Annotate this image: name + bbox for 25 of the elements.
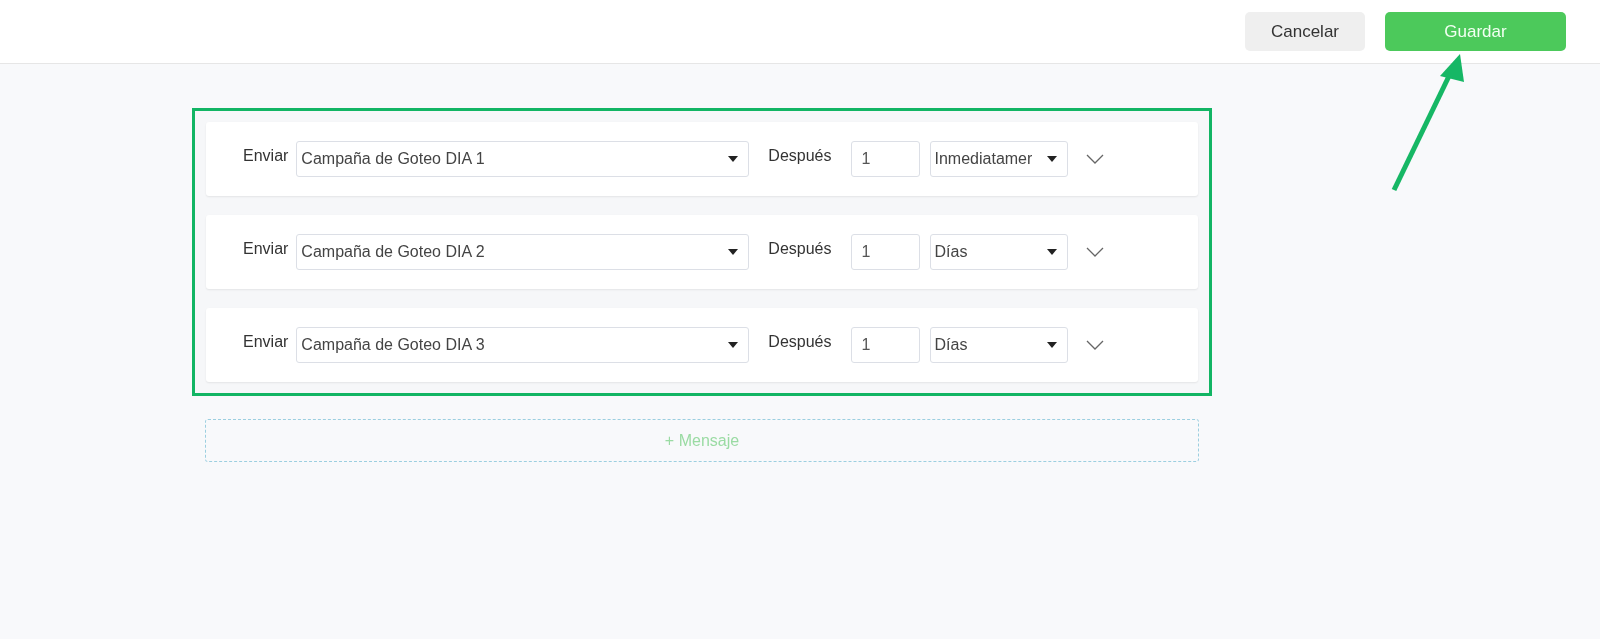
- unit-select[interactable]: Inmediatamer: [929, 141, 1068, 177]
- chevron-down-icon[interactable]: [1085, 154, 1104, 164]
- caret-icon: [1046, 156, 1057, 162]
- campaign-select[interactable]: Campaña de Goteo DIA 3: [296, 327, 750, 363]
- caret-icon: [728, 249, 739, 255]
- unit-select[interactable]: Días: [929, 234, 1068, 270]
- caret-icon: [728, 156, 739, 162]
- amount-field[interactable]: 1: [850, 327, 920, 363]
- after-label: Después: [768, 147, 832, 165]
- send-label: Enviar: [243, 333, 289, 351]
- send-label: Enviar: [243, 147, 289, 165]
- campaign-select[interactable]: Campaña de Goteo DIA 2: [296, 234, 750, 270]
- amount-field[interactable]: 1: [850, 141, 920, 177]
- send-label: Enviar: [243, 240, 289, 258]
- caret-icon: [728, 342, 739, 348]
- amount-field[interactable]: 1: [850, 234, 920, 270]
- unit-select[interactable]: Días: [929, 327, 1068, 363]
- caret-icon: [1046, 342, 1057, 348]
- chevron-down-icon[interactable]: [1085, 247, 1104, 257]
- cancel-button[interactable]: Cancelar: [1245, 12, 1365, 51]
- caret-icon: [1046, 249, 1057, 255]
- after-label: Después: [768, 240, 832, 258]
- campaign-select[interactable]: Campaña de Goteo DIA 1: [296, 141, 750, 177]
- after-label: Después: [768, 333, 832, 351]
- chevron-down-icon[interactable]: [1085, 340, 1104, 350]
